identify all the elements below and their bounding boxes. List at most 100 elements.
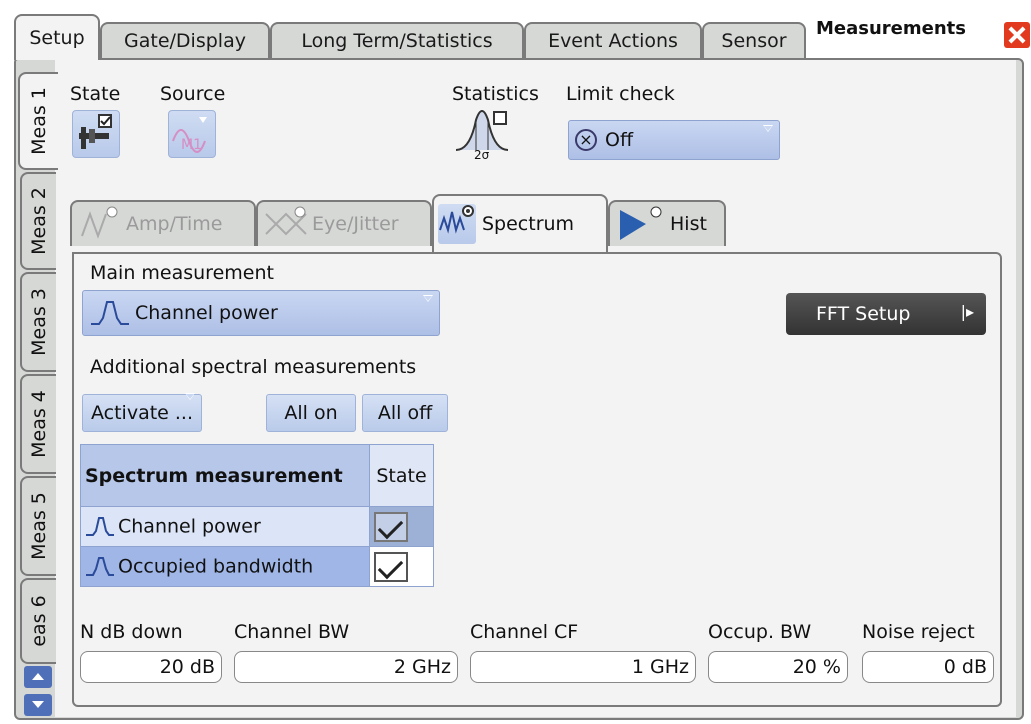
- chevron-down-icon: [423, 295, 433, 302]
- histogram-icon: [620, 206, 662, 240]
- row-name-cell[interactable]: Channel power: [80, 506, 370, 547]
- tab-label: Gate/Display: [124, 30, 246, 52]
- tab-long-term-statistics[interactable]: Long Term/Statistics: [270, 22, 524, 58]
- tab-meas-2[interactable]: Meas 2: [20, 172, 56, 270]
- main-measurement-label: Main measurement: [90, 262, 274, 284]
- off-circle-icon: ×: [575, 129, 597, 151]
- state-checkbox[interactable]: [374, 511, 408, 542]
- table-row[interactable]: Channel power: [80, 506, 434, 547]
- tab-meas-5[interactable]: Meas 5: [20, 476, 56, 576]
- limit-check-value: Off: [605, 129, 634, 151]
- source-value: M1: [181, 137, 202, 153]
- tab-event-actions[interactable]: Event Actions: [524, 22, 702, 58]
- scroll-down-icon: [32, 701, 44, 708]
- tab-label: Meas 4: [28, 390, 50, 458]
- tab-meas-1[interactable]: Meas 1: [18, 72, 58, 170]
- caliper-icon: [79, 114, 112, 149]
- statistics-button[interactable]: 2σ: [454, 110, 510, 162]
- tab-amp-time[interactable]: Amp/Time: [70, 200, 256, 246]
- all-off-button[interactable]: All off: [362, 394, 448, 432]
- n-db-down-field[interactable]: 20 dB: [80, 651, 222, 683]
- all-on-button[interactable]: All on: [266, 394, 356, 432]
- tab-gate-display[interactable]: Gate/Display: [100, 22, 270, 58]
- scroll-up-button[interactable]: [24, 666, 52, 688]
- tab-label: Event Actions: [548, 30, 678, 52]
- tab-label: Spectrum: [482, 213, 575, 235]
- spectrum-icon: [438, 204, 476, 244]
- all-off-label: All off: [377, 402, 433, 424]
- noise-reject-value: 0 dB: [943, 656, 987, 678]
- statistics-sigma-label: 2σ: [474, 148, 490, 162]
- channel-bw-value: 2 GHz: [393, 656, 451, 678]
- occup-bw-value: 20 %: [792, 656, 841, 678]
- n-db-down-value: 20 dB: [159, 656, 215, 678]
- tab-meas-4[interactable]: Meas 4: [20, 374, 56, 474]
- channel-cf-value: 1 GHz: [631, 656, 689, 678]
- row-name-cell[interactable]: Occupied bandwidth: [80, 546, 370, 587]
- main-measurement-dropdown[interactable]: Channel power: [82, 290, 440, 336]
- chevron-down-icon: [763, 125, 773, 132]
- table-row[interactable]: Occupied bandwidth: [80, 546, 434, 587]
- eye-jitter-icon: [265, 206, 307, 236]
- spectrum-measurement-table: Spectrum measurement State Channel power…: [80, 444, 434, 587]
- tab-sensor[interactable]: Sensor: [702, 22, 806, 58]
- channel-cf-label: Channel CF: [470, 621, 579, 643]
- occup-bw-field[interactable]: 20 %: [708, 651, 848, 683]
- tab-setup[interactable]: Setup: [14, 14, 100, 60]
- window-title: Measurements: [816, 18, 966, 39]
- activate-label: Activate ...: [90, 402, 194, 424]
- source-label: Source: [160, 83, 226, 105]
- row-state-cell[interactable]: [369, 546, 434, 587]
- tab-eye-jitter[interactable]: Eye/Jitter: [256, 200, 432, 246]
- state-label: State: [70, 83, 121, 105]
- tab-label: Eye/Jitter: [312, 213, 399, 235]
- tab-label: Sensor: [721, 30, 787, 52]
- row-name: Channel power: [118, 515, 261, 537]
- chevron-right-icon: |▸: [960, 302, 974, 321]
- state-checkbox[interactable]: [374, 551, 408, 582]
- row-state-cell[interactable]: [369, 506, 434, 547]
- limit-check-dropdown[interactable]: × Off: [568, 120, 780, 160]
- channel-power-icon: [91, 301, 129, 325]
- occupied-bandwidth-icon: [86, 556, 114, 576]
- tab-label: Hist: [670, 213, 707, 235]
- all-on-label: All on: [284, 402, 338, 424]
- table-header-state: State: [369, 444, 434, 507]
- tab-label: Meas 1: [28, 87, 50, 155]
- scroll-up-icon: [32, 673, 44, 680]
- source-button[interactable]: M1: [168, 110, 216, 158]
- limit-check-label: Limit check: [566, 83, 675, 105]
- n-db-down-label: N dB down: [80, 621, 183, 643]
- row-name: Occupied bandwidth: [118, 555, 314, 577]
- tab-label: Amp/Time: [126, 213, 223, 235]
- tab-meas-3[interactable]: Meas 3: [20, 272, 56, 372]
- tab-label: Meas 5: [28, 492, 50, 560]
- occup-bw-label: Occup. BW: [708, 621, 812, 643]
- close-icon[interactable]: [1004, 22, 1030, 48]
- noise-reject-label: Noise reject: [862, 621, 975, 643]
- fft-setup-label: FFT Setup: [816, 303, 911, 325]
- tab-label: Setup: [29, 27, 85, 49]
- channel-cf-field[interactable]: 1 GHz: [470, 651, 696, 683]
- channel-power-icon: [86, 516, 114, 536]
- channel-bw-label: Channel BW: [234, 621, 350, 643]
- tab-spectrum[interactable]: Spectrum: [432, 194, 608, 252]
- tab-hist[interactable]: Hist: [608, 200, 726, 246]
- chevron-down-icon: [185, 393, 195, 400]
- tab-label: Meas 3: [28, 288, 50, 356]
- scroll-down-button[interactable]: [24, 694, 52, 716]
- main-measurement-value: Channel power: [135, 302, 278, 324]
- channel-bw-field[interactable]: 2 GHz: [234, 651, 458, 683]
- tab-meas-6[interactable]: eas 6: [20, 578, 56, 664]
- tab-label: Meas 2: [28, 187, 50, 255]
- fft-setup-button[interactable]: FFT Setup |▸: [786, 293, 986, 335]
- noise-reject-field[interactable]: 0 dB: [862, 651, 994, 683]
- additional-measurements-label: Additional spectral measurements: [90, 356, 417, 378]
- state-button[interactable]: [72, 110, 120, 158]
- amp-time-icon: [81, 206, 118, 239]
- activate-button[interactable]: Activate ...: [82, 393, 202, 432]
- tab-label: Long Term/Statistics: [301, 30, 493, 52]
- tab-label: eas 6: [28, 595, 50, 647]
- table-header-measurement: Spectrum measurement: [80, 444, 370, 507]
- statistics-label: Statistics: [452, 83, 539, 105]
